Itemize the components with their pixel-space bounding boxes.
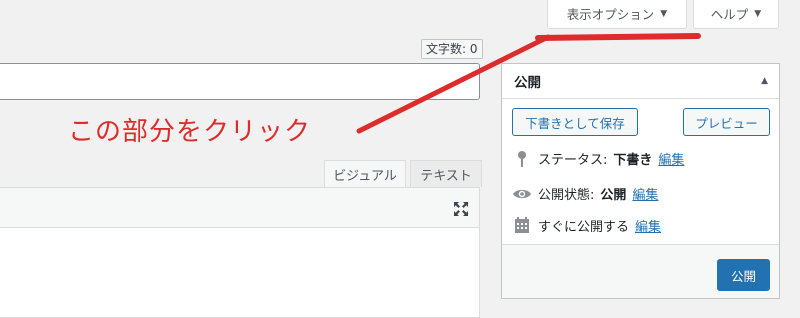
annotation-text: この部分をクリック — [68, 117, 312, 147]
preview-button[interactable]: プレビュー — [683, 108, 770, 136]
schedule-row: すぐに公開する 編集 — [512, 216, 661, 235]
status-label: ステータス: — [538, 153, 608, 168]
tab-text[interactable]: テキスト — [410, 160, 482, 187]
status-row: ステータス: 下書き 編集 — [512, 149, 684, 168]
pin-icon — [512, 150, 532, 168]
screen-options-label: 表示オプション — [566, 7, 655, 22]
eye-icon — [512, 187, 532, 201]
edit-schedule-link[interactable]: 編集 — [635, 216, 661, 235]
caret-up-icon[interactable]: ▲ — [761, 76, 768, 86]
save-draft-button[interactable]: 下書きとして保存 — [512, 108, 638, 136]
editor-content-area[interactable] — [0, 228, 480, 318]
publish-actions: 公開 — [502, 244, 779, 298]
publish-box-title: 公開 — [514, 75, 541, 91]
caret-down-icon: ▼ — [754, 8, 762, 19]
status-value: 下書き — [613, 153, 653, 168]
calendar-icon — [512, 217, 532, 234]
caret-down-icon: ▼ — [660, 8, 668, 19]
publish-button[interactable]: 公開 — [717, 259, 770, 291]
tab-visual[interactable]: ビジュアル — [324, 160, 406, 187]
publish-box: 公開 ▲ 下書きとして保存 プレビュー ステータス: 下書き 編集 公開状態: … — [501, 63, 780, 299]
word-count: 文字数: 0 — [421, 39, 483, 59]
visibility-row: 公開状態: 公開 編集 — [512, 184, 658, 203]
help-tab[interactable]: ヘルプ ▼ — [693, 0, 779, 29]
schedule-label: すぐに公開する — [538, 220, 630, 235]
fullscreen-icon[interactable] — [453, 201, 469, 217]
post-title-input[interactable] — [0, 63, 480, 100]
visibility-label: 公開状態: — [538, 188, 595, 203]
publish-box-header[interactable]: 公開 ▲ — [502, 64, 779, 99]
screen-options-tab[interactable]: 表示オプション ▼ — [547, 0, 687, 29]
edit-visibility-link[interactable]: 編集 — [632, 184, 658, 203]
visibility-value: 公開 — [600, 188, 627, 203]
edit-status-link[interactable]: 編集 — [658, 149, 684, 168]
help-label: ヘルプ — [710, 7, 749, 22]
editor-toolbar — [0, 187, 480, 228]
